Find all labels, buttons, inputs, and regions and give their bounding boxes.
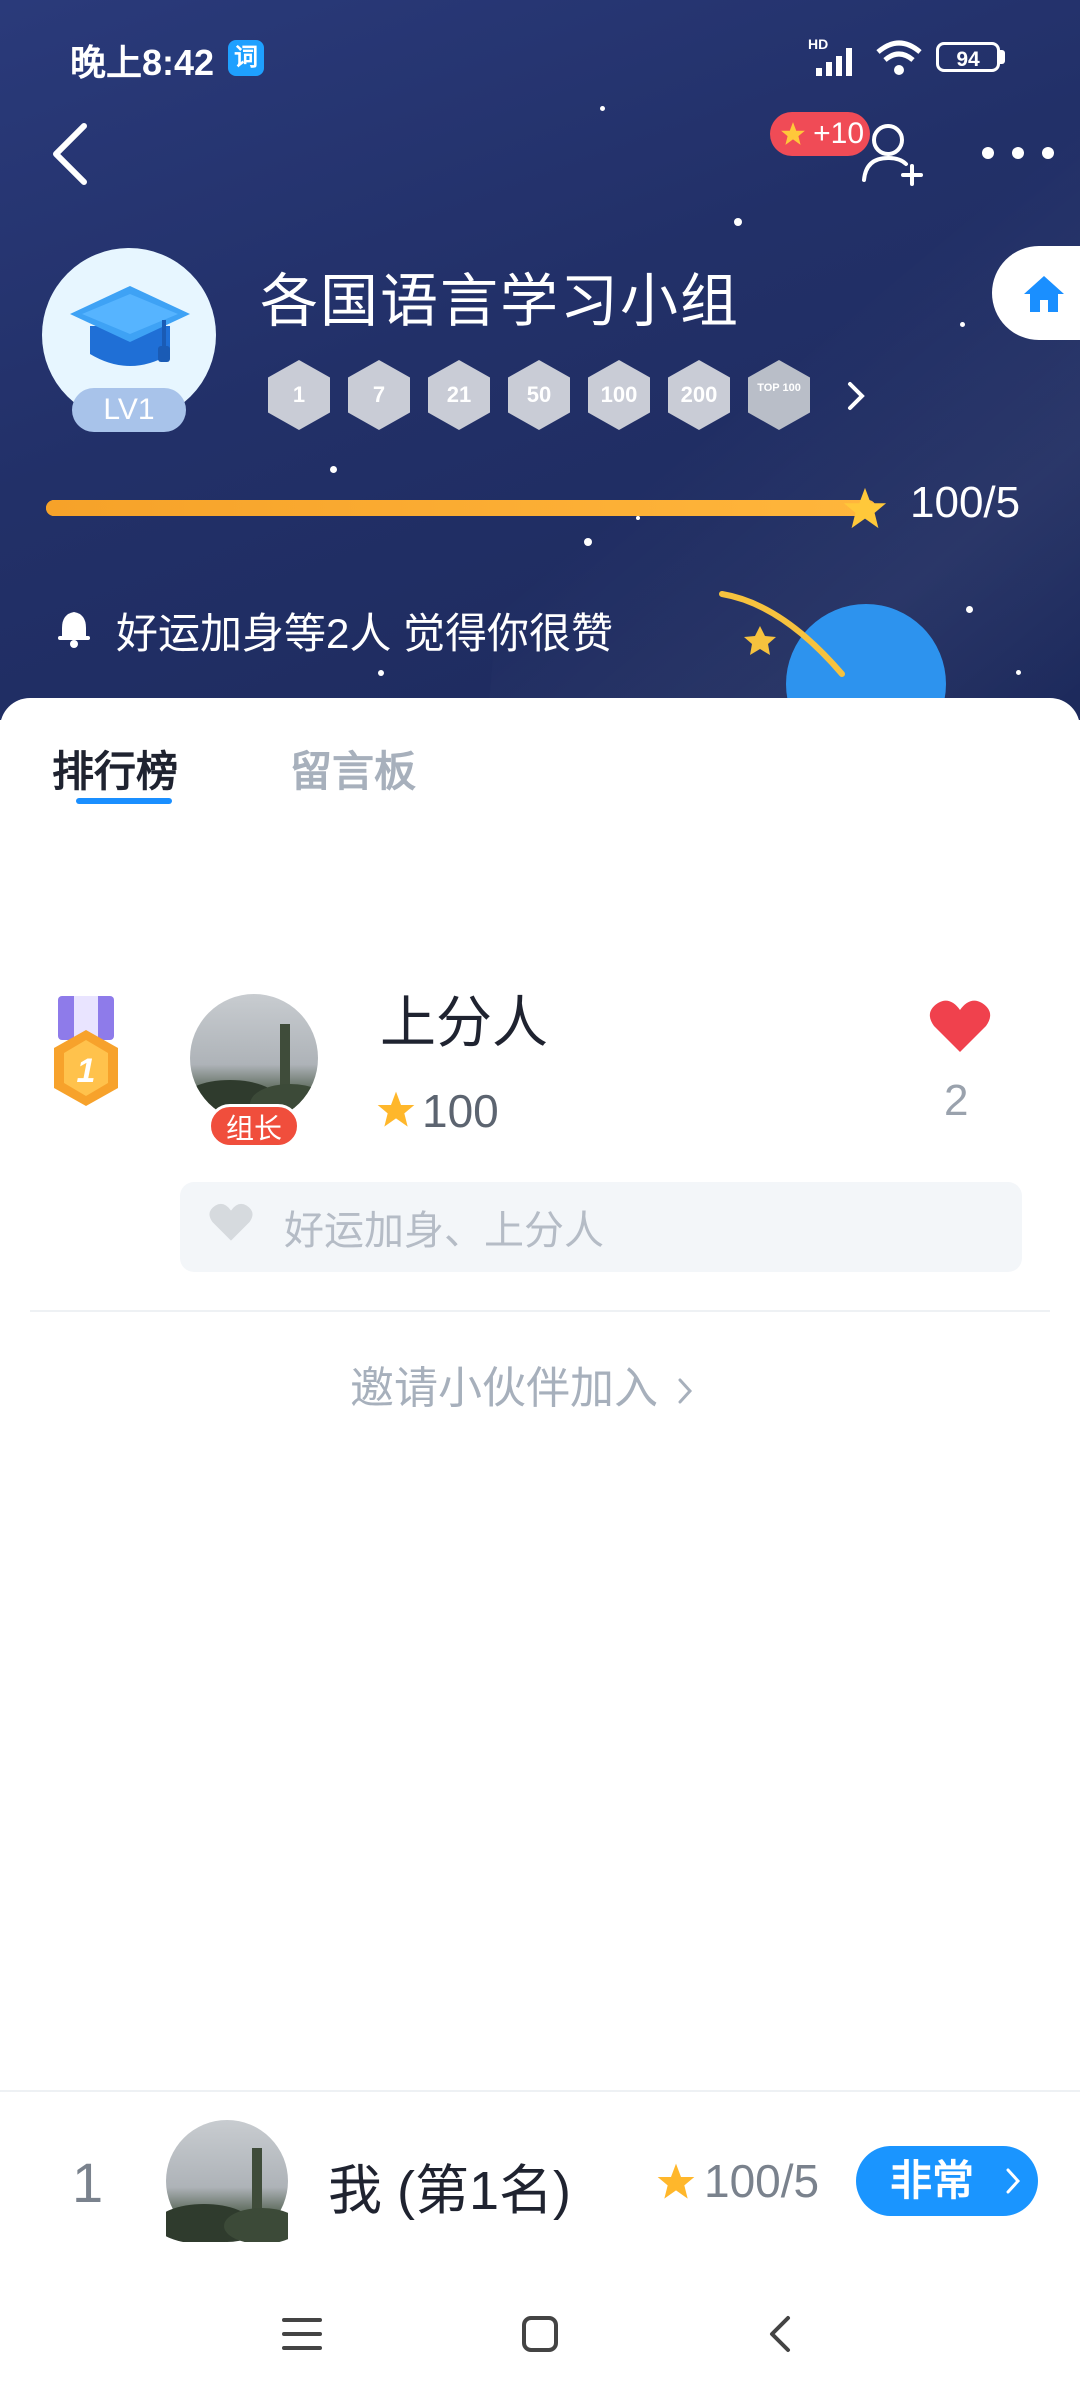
divider [30,1310,1050,1312]
header-star-dot [1016,670,1021,675]
graduation-cap-icon [70,286,190,366]
invite-link[interactable]: 邀请小伙伴加入 [350,1352,696,1416]
orbit-ring-decoration [719,591,845,677]
tab-leaderboard[interactable]: 排行榜 [52,738,178,799]
member-avatar[interactable] [190,994,318,1122]
chevron-right-icon[interactable] [842,378,872,414]
heart-outline-icon [209,1203,253,1241]
my-name: 我 (第1名) [328,2161,571,2221]
star-icon [657,2163,695,2199]
heart-icon[interactable] [928,998,992,1054]
avatar-photo [190,1024,318,1122]
like-count: 2 [944,1076,969,1125]
active-tab-indicator [76,798,172,804]
my-score: 100/5 [704,2155,820,2207]
member-name: 上分人 [380,991,548,1054]
header-star-dot [960,322,965,327]
header-star-dot [600,106,605,111]
header-star-dot [584,538,592,546]
status-time: 晚上8:42 [70,42,215,83]
nav-menu-icon[interactable] [282,2316,322,2352]
invite-text: 邀请小伙伴加入 [350,1364,658,1413]
header-star-dot [734,218,742,226]
star-icon [781,122,805,145]
comment-text: 好运加身、上分人 [284,1209,604,1253]
progress-value: 100/5 [910,478,1021,527]
tab-message-board[interactable]: 留言板 [290,738,416,799]
avatar-photo [156,2148,300,2244]
header-star-dot [378,670,384,676]
bell-icon [58,612,90,648]
group-name: 各国语言学习小组 [260,269,741,334]
wifi-icon [876,40,922,75]
battery-indicator: 94 [936,42,1000,72]
battery-tip [1000,50,1005,64]
star-icon [377,1091,415,1127]
leader-role-badge: 组长 [208,1104,300,1148]
signal-icon [816,48,852,76]
app-notification-badge: 词 [228,40,264,76]
my-rank-number: 1 [72,2151,104,2214]
points-badge-text: +10 [813,117,864,150]
header-star-dot [636,516,640,520]
progress-fill [46,500,876,516]
home-shortcut-button[interactable] [992,246,1080,340]
points-badge[interactable]: +10 [770,112,870,156]
medal-icon: 1 [54,996,118,1106]
level-badge: LV1 [72,388,186,432]
my-avatar [156,2120,300,2244]
more-icon[interactable] [978,138,1058,168]
add-user-icon[interactable] [858,118,928,188]
chevron-right-icon [678,1378,693,1404]
nav-home-icon[interactable] [520,2314,560,2354]
header-star-dot [330,466,337,473]
back-icon[interactable] [42,118,102,190]
home-icon [1024,276,1064,312]
likes-summary[interactable]: 好运加身等2人 觉得你很赞 [116,600,613,661]
nav-back-icon[interactable] [766,2314,794,2354]
svg-text:1: 1 [77,1052,96,1090]
chevron-right-icon [1006,2168,1021,2194]
star-icon [843,487,887,529]
member-score: 100 [422,1085,499,1137]
header-star-dot [966,606,973,613]
